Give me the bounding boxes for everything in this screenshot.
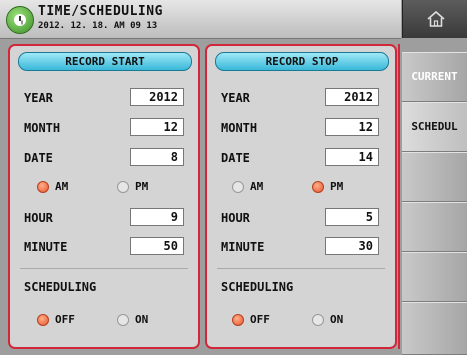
home-icon [427,10,445,27]
month-label: MONTH [24,121,61,135]
month-label: MONTH [221,121,258,135]
hour-label: HOUR [24,211,53,225]
stop-on-label: ON [330,313,344,326]
date-label: DATE [221,151,250,165]
record-stop-title: RECORD STOP [215,52,389,71]
tab-empty-3[interactable] [402,252,467,302]
current-datetime: 2012. 12. 18. AM 09 13 [38,21,158,31]
title-bar: TIME/SCHEDULING 2012. 12. 18. AM 09 13 [0,0,401,39]
tab-empty-4[interactable] [402,302,467,355]
start-am-radio[interactable] [37,181,49,193]
stop-am-label: AM [250,180,264,193]
start-year-field[interactable]: 2012 [130,88,184,106]
start-off-label: OFF [55,313,75,326]
scheduling-label: SCHEDULING [221,280,294,294]
tab-connector [398,44,400,349]
divider [217,268,385,269]
screen: TIME/SCHEDULING 2012. 12. 18. AM 09 13 R… [0,0,467,355]
tab-schedule[interactable]: SCHEDUL [402,102,467,152]
start-month-field[interactable]: 12 [130,118,184,136]
tab-empty-2[interactable] [402,202,467,252]
stop-year-field[interactable]: 2012 [325,88,379,106]
start-scheduling-off-radio[interactable] [37,314,49,326]
minute-label: MINUTE [221,240,265,254]
stop-hour-field[interactable]: 5 [325,208,379,226]
stop-pm-radio[interactable] [312,181,324,193]
start-minute-field[interactable]: 50 [130,237,184,255]
start-date-field[interactable]: 8 [130,148,184,166]
clock-icon [6,6,34,34]
stop-minute-field[interactable]: 30 [325,237,379,255]
start-scheduling-on-radio[interactable] [117,314,129,326]
stop-date-field[interactable]: 14 [325,148,379,166]
home-button[interactable] [402,0,467,38]
stop-off-label: OFF [250,313,270,326]
stop-scheduling-on-radio[interactable] [312,314,324,326]
year-label: YEAR [24,91,53,105]
start-hour-field[interactable]: 9 [130,208,184,226]
scheduling-label: SCHEDULING [24,280,97,294]
year-label: YEAR [221,91,250,105]
tab-empty-1[interactable] [402,152,467,202]
date-label: DATE [24,151,53,165]
stop-am-radio[interactable] [232,181,244,193]
tab-current[interactable]: CURRENT [402,52,467,102]
page-title: TIME/SCHEDULING [38,4,163,19]
hour-label: HOUR [221,211,250,225]
minute-label: MINUTE [24,240,68,254]
start-on-label: ON [135,313,149,326]
record-start-panel: RECORD START YEAR 2012 MONTH 12 DATE 8 A… [8,44,200,349]
divider [20,268,188,269]
start-am-label: AM [55,180,69,193]
stop-scheduling-off-radio[interactable] [232,314,244,326]
record-start-title: RECORD START [18,52,192,71]
start-pm-label: PM [135,180,149,193]
start-pm-radio[interactable] [117,181,129,193]
stop-month-field[interactable]: 12 [325,118,379,136]
record-stop-panel: RECORD STOP YEAR 2012 MONTH 12 DATE 14 A… [205,44,397,349]
stop-pm-label: PM [330,180,344,193]
